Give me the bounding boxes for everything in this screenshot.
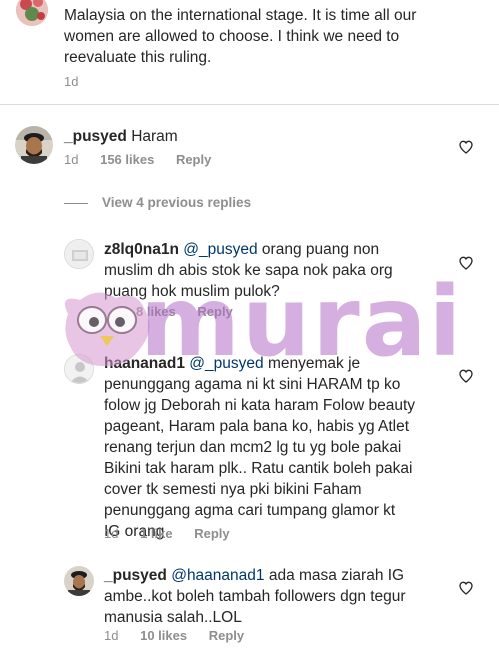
likes-count[interactable]: 8 likes [136, 304, 176, 319]
avatar-image [15, 126, 53, 164]
comment-body: Haram [131, 128, 178, 145]
comment-timestamp: 1d [64, 74, 79, 89]
avatar-image [16, 0, 48, 26]
comment-username[interactable]: _pusyed [64, 128, 127, 145]
likes-count[interactable]: 1 like [140, 526, 173, 541]
divider-line [64, 202, 88, 204]
avatar[interactable] [64, 566, 94, 596]
reply-timestamp: 1d [104, 526, 119, 541]
avatar[interactable] [64, 239, 94, 269]
likes-count[interactable]: 10 likes [140, 628, 187, 643]
reply-button[interactable]: Reply [197, 304, 232, 319]
reply-meta: 1d 10 likes Reply [104, 628, 244, 643]
avatar[interactable] [15, 126, 53, 164]
reply-meta: 1d 1 like Reply [104, 526, 230, 541]
avatar[interactable] [64, 354, 94, 384]
avatar-image [65, 355, 93, 383]
reply-text: z8lq0na1n @_pusyed orang puang non musli… [104, 241, 393, 300]
heart-outline-icon[interactable] [458, 139, 474, 160]
reply-username[interactable]: haananad1 [104, 355, 185, 372]
likes-count[interactable]: 156 likes [100, 152, 154, 167]
divider [0, 104, 499, 105]
reply-meta: 8 likes Reply [136, 304, 233, 319]
reply-username[interactable]: z8lq0na1n [104, 241, 179, 258]
reply-text: _pusyed @haananad1 ada masa ziarah IG am… [104, 567, 406, 626]
comment-timestamp: 1d [64, 152, 79, 167]
reply-timestamp: 1d [104, 628, 119, 643]
mention-link[interactable]: @_pusyed [189, 355, 263, 372]
reply-button[interactable]: Reply [194, 526, 229, 541]
comment-text: _pusyed Haram [64, 126, 178, 147]
avatar-image [65, 240, 93, 268]
reply-button[interactable]: Reply [209, 628, 244, 643]
reply-text: haananad1 @_pusyed menyemak je penunggan… [104, 355, 416, 540]
reply-button[interactable]: Reply [176, 152, 211, 167]
heart-outline-icon[interactable] [458, 255, 474, 276]
view-previous-replies[interactable]: View 4 previous replies [64, 195, 251, 210]
comment-text: Malaysia on the international stage. It … [64, 7, 417, 66]
heart-outline-icon[interactable] [458, 580, 474, 601]
avatar-image [64, 566, 94, 596]
reply-username[interactable]: _pusyed [104, 567, 167, 584]
avatar[interactable] [16, 0, 48, 26]
mention-link[interactable]: @haananad1 [171, 567, 264, 584]
mention-link[interactable]: @_pusyed [183, 241, 257, 258]
heart-outline-icon[interactable] [458, 368, 474, 389]
comment-meta: 1d 156 likes Reply [64, 152, 211, 167]
